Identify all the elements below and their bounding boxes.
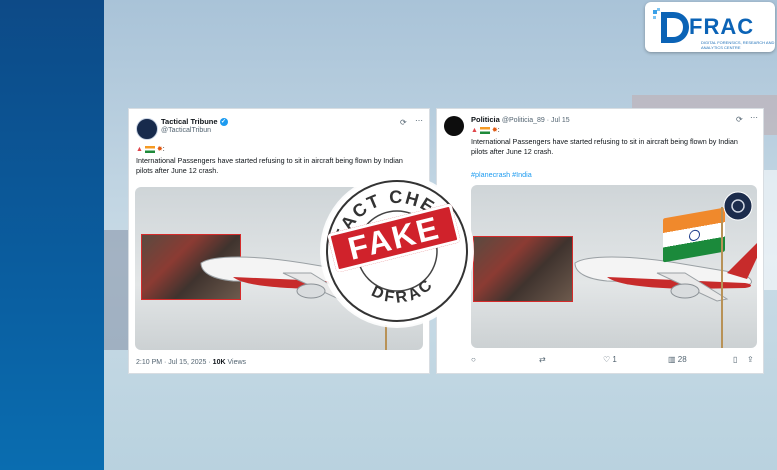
- like-icon: ♡: [603, 355, 611, 364]
- bookmark-icon[interactable]: ▯: [733, 355, 737, 364]
- flag-pole: [721, 207, 723, 348]
- crash-site-inset-image: [473, 236, 573, 302]
- views-label: Views: [227, 359, 247, 366]
- tweet-hashtags[interactable]: #planecrash #India: [471, 170, 532, 179]
- grok-icon[interactable]: ⟳: [400, 118, 407, 127]
- watermark-logo-icon: [723, 191, 753, 221]
- logo-subtitle: DIGITAL FORENSICS, RESEARCH AND ANALYTIC…: [701, 40, 775, 50]
- author-name-text: Politicia: [471, 115, 500, 124]
- ashoka-chakra-icon: [689, 228, 700, 242]
- like-button[interactable]: ♡ 1: [603, 355, 617, 364]
- avatar[interactable]: [444, 116, 464, 136]
- retweet-icon[interactable]: ⇄: [539, 355, 546, 364]
- views-button[interactable]: ▥ 28: [668, 355, 687, 364]
- share-icon[interactable]: ⇪: [747, 355, 754, 364]
- views-count: 28: [677, 355, 687, 364]
- tweet-timestamp-views[interactable]: 2:10 PM · Jul 15, 2025 · 10K Views: [136, 359, 246, 366]
- tweet-author-name[interactable]: Politicia @Politicia_89 · Jul 15: [471, 115, 570, 124]
- verified-icon: ✓: [219, 118, 228, 127]
- emoji-row: ▲ ✸:: [136, 145, 165, 153]
- tweet-text: International Passengers have started re…: [136, 156, 403, 175]
- more-icon[interactable]: ⋯: [415, 116, 423, 125]
- tweet-time: 2:10 PM · Jul 15, 2025 ·: [136, 359, 211, 366]
- author-name-text: Tactical Tribune: [161, 117, 218, 126]
- collision-icon: ✸: [491, 127, 498, 134]
- red-triangle-icon: ▲: [471, 127, 478, 134]
- tweet-text: International Passengers have started re…: [471, 137, 738, 156]
- views-icon: ▥: [668, 355, 676, 364]
- emoji-row: ▲ ✸:: [471, 126, 500, 134]
- logo-wordmark: FRAC: [689, 14, 755, 39]
- tweet-image[interactable]: [471, 185, 757, 348]
- india-flag-icon: [144, 145, 155, 153]
- like-count: 1: [612, 355, 617, 364]
- grok-icon[interactable]: ⟳: [736, 115, 743, 124]
- more-icon[interactable]: ⋯: [750, 113, 758, 122]
- airplane-image: [574, 243, 757, 302]
- red-triangle-icon: ▲: [136, 146, 143, 153]
- tweet-author-name[interactable]: Tactical Tribune ✓: [161, 117, 228, 127]
- india-flag-icon: [479, 126, 490, 134]
- avatar[interactable]: [136, 118, 158, 140]
- dfrac-logo: FRAC DIGITAL FORENSICS, RESEARCH AND ANA…: [645, 2, 775, 52]
- tweet-author-handle-date: @Politicia_89 · Jul 15: [501, 117, 570, 124]
- reply-icon[interactable]: ○: [471, 355, 476, 364]
- views-count: 10K: [212, 359, 226, 366]
- logo-mark-icon: [653, 8, 689, 43]
- stamp-bottom-text: DFRAC: [369, 275, 438, 307]
- left-banner: [0, 0, 104, 470]
- tweet-card-politicia[interactable]: Politicia @Politicia_89 · Jul 15 ⟳ ⋯ ▲ ✸…: [436, 108, 764, 374]
- collision-icon: ✸: [156, 146, 163, 153]
- tweet-author-handle[interactable]: @TacticalTribun: [161, 127, 211, 134]
